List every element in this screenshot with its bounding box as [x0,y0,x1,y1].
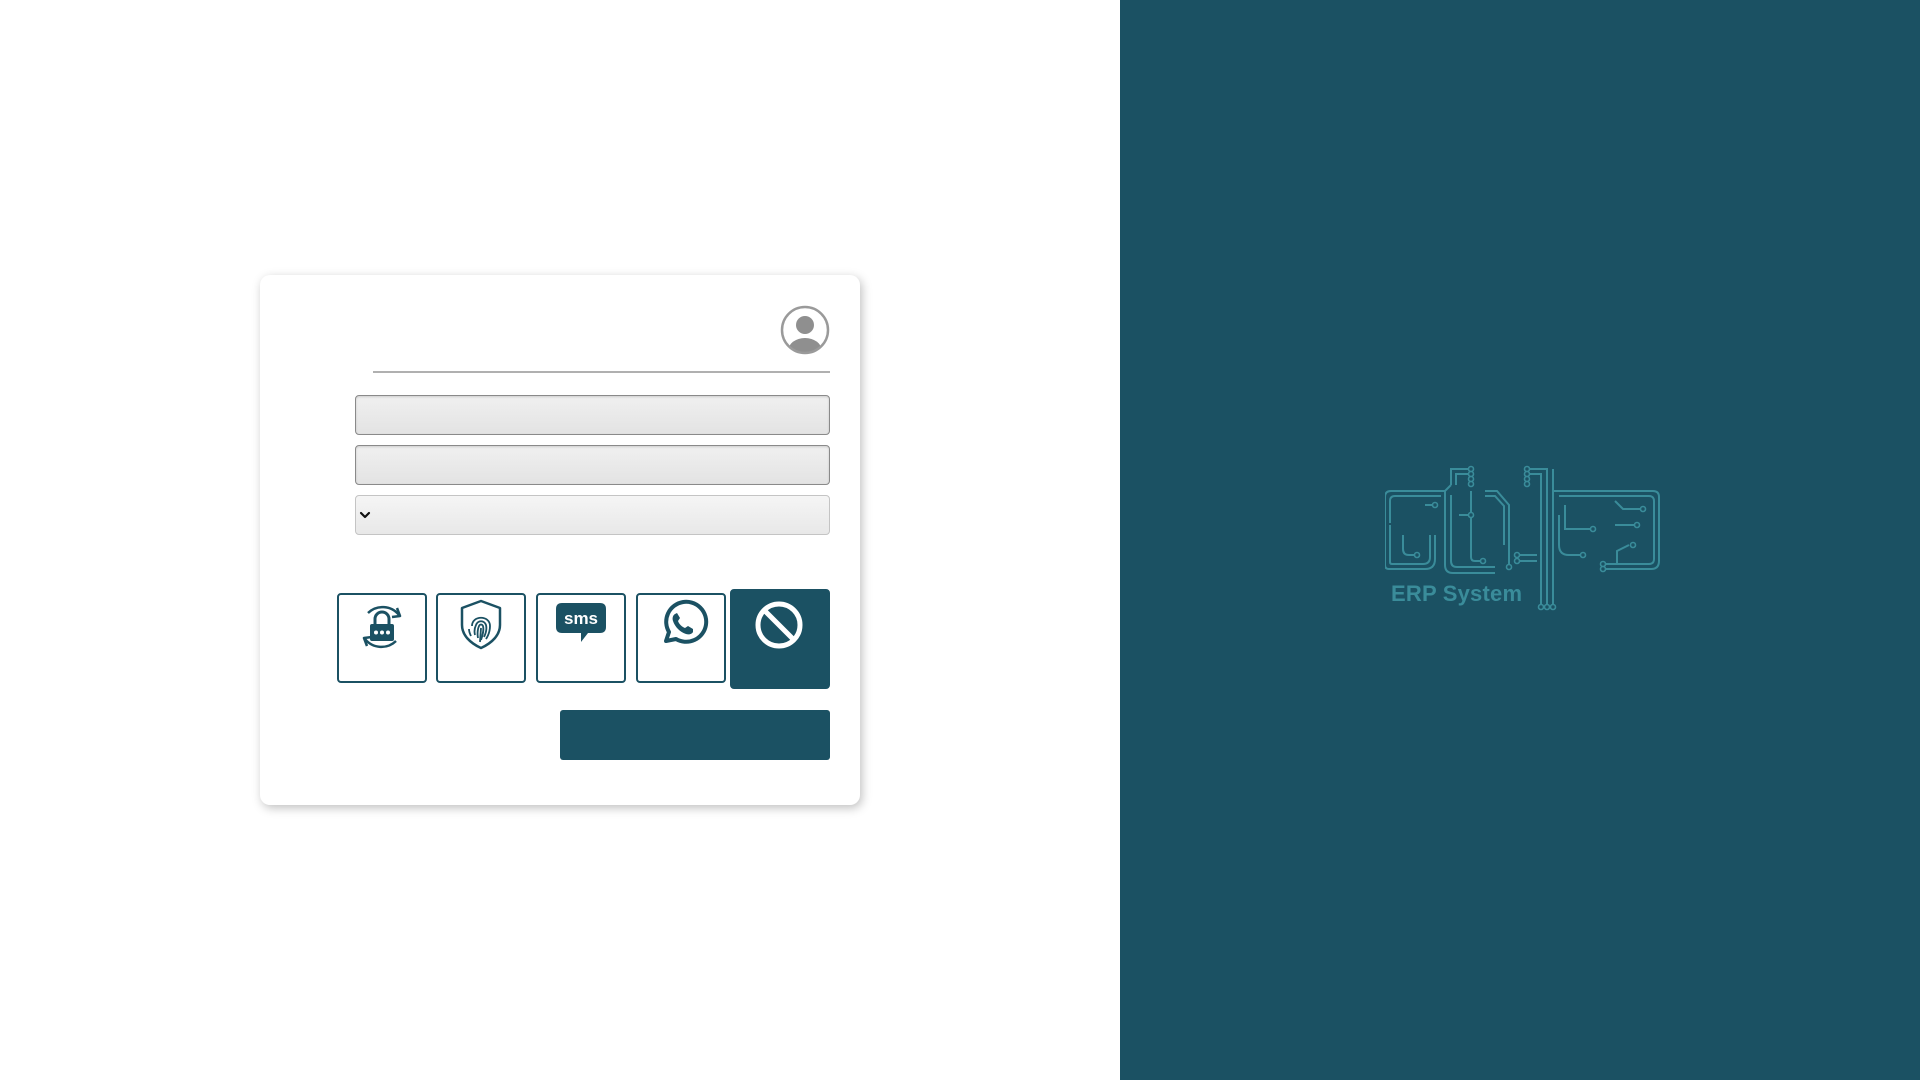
left-pane: sms [0,0,1120,1080]
sms-button[interactable]: sms [536,593,626,683]
brand-panel: ERP System [1120,0,1920,1080]
no-auth-button[interactable] [730,589,830,689]
sms-label: sms [564,609,598,628]
sms-bubble-icon: sms [556,603,606,642]
chevron-down-icon [358,508,372,522]
company-select[interactable] [355,495,830,535]
login-card: sms [260,275,860,805]
login-button[interactable] [560,710,830,760]
password-field[interactable] [355,445,830,485]
header-divider [373,371,830,373]
lock-refresh-icon [362,605,402,649]
password-reset-button[interactable] [337,593,427,683]
whatsapp-button[interactable] [636,593,726,683]
fingerprint-shield-icon [460,599,502,650]
logo-text: ERP System [1391,581,1523,606]
no-entry-icon [755,601,803,649]
username-field[interactable] [355,395,830,435]
whatsapp-icon [664,599,709,644]
erp-logo: ERP System [1384,465,1665,615]
user-circle-icon [780,305,830,355]
fingerprint-button[interactable] [436,593,526,683]
login-page: sms ERP System [0,0,1920,1080]
